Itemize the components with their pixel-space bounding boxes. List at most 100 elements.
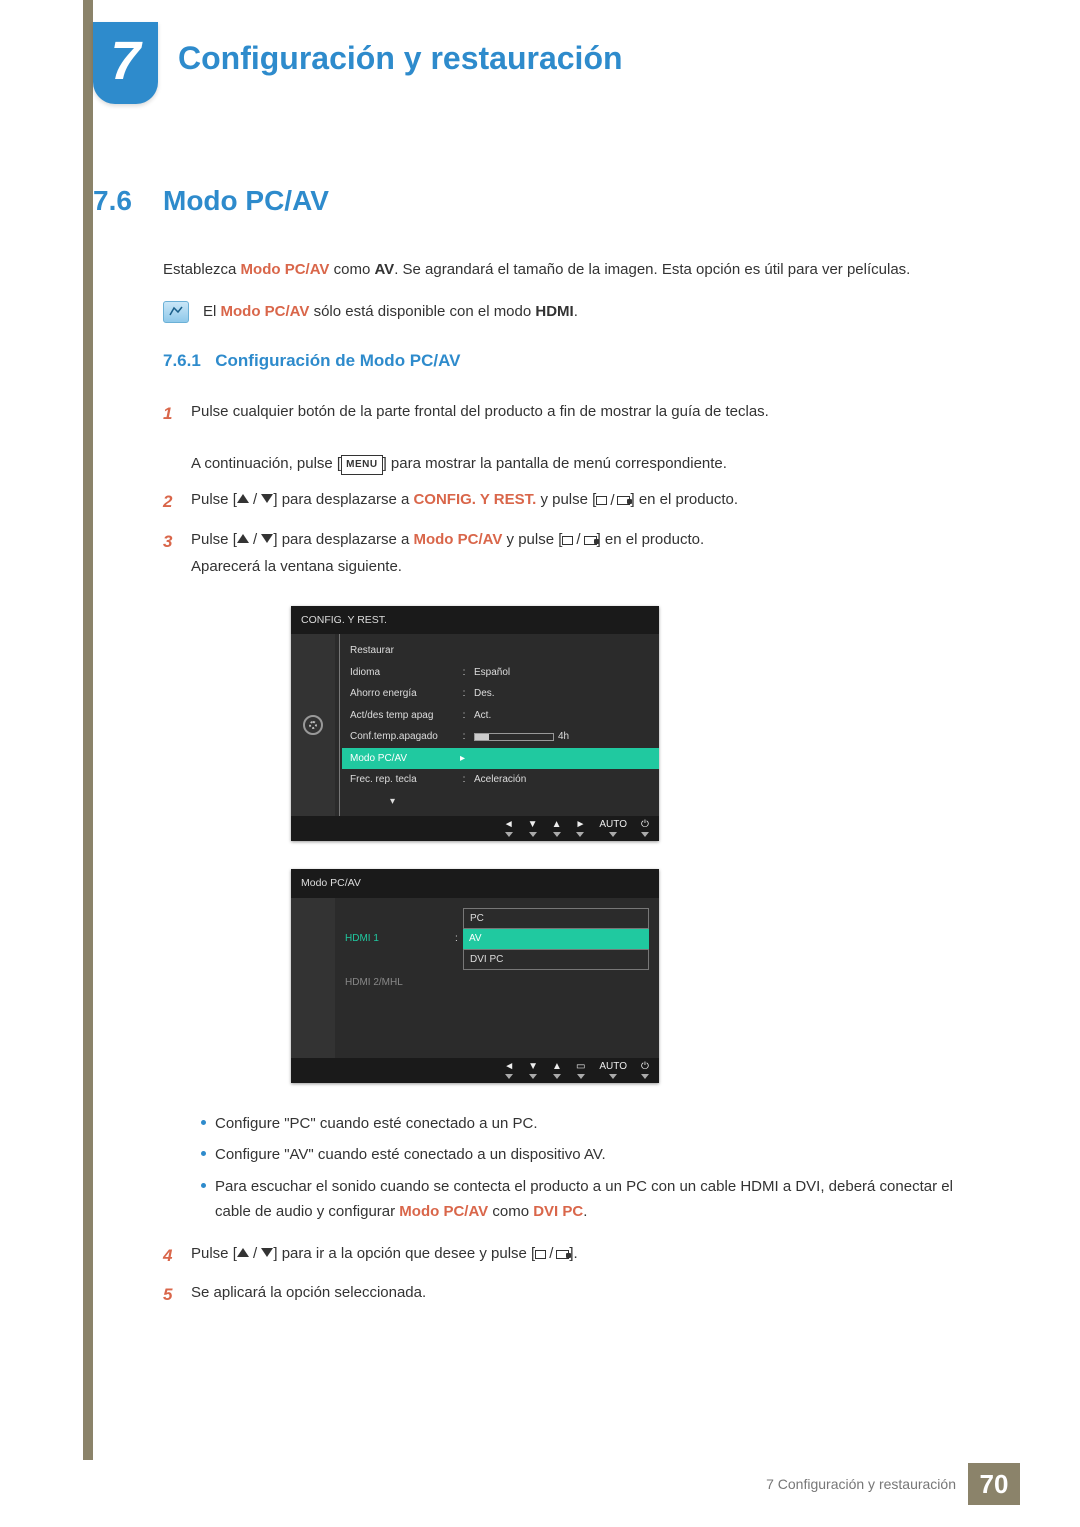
osd-source-list: HDMI 1: PC AV DVI PC HDMI 2/MHL: [335, 898, 659, 1058]
page-content: 7.6 Modo PC/AV Establezca Modo PC/AV com…: [93, 185, 963, 1320]
label: Frec. rep. tecla: [350, 771, 460, 789]
nav-down-icon: ▼: [528, 1062, 538, 1079]
osd-item-conftemp: Conf.temp.apagado:4h: [350, 726, 649, 748]
nav-auto: AUTO: [599, 820, 627, 837]
bullet-item: Configure "PC" cuando esté conectado a u…: [191, 1111, 963, 1137]
text: El: [203, 303, 221, 320]
text: Aparecerá la ventana siguiente.: [191, 558, 402, 575]
menu-key-icon: MENU: [341, 455, 382, 475]
step-number: 5: [163, 1280, 191, 1310]
osd-modo-pcav: Modo PC/AV HDMI 1: PC AV DVI PC: [291, 869, 659, 1082]
text: Establezca: [163, 261, 241, 278]
osd-title: CONFIG. Y REST.: [291, 606, 659, 634]
text: ] para desplazarse a: [273, 531, 413, 548]
slider-value: 4h: [558, 731, 569, 742]
value: Des.: [468, 685, 649, 703]
text: ] para mostrar la pantalla de menú corre…: [383, 455, 727, 472]
text-emphasis: DVI PC: [533, 1203, 583, 1220]
text: .: [583, 1203, 587, 1220]
up-triangle-icon: [237, 1248, 249, 1257]
step-2: 2 Pulse [ / ] para desplazarse a CONFIG.…: [163, 487, 963, 517]
osd-title: Modo PC/AV: [291, 869, 659, 897]
right-arrow-icon: ▸: [460, 750, 465, 768]
step-4: 4 Pulse [ / ] para ir a la opción que de…: [163, 1241, 963, 1271]
text: Pulse cualquier botón de la parte fronta…: [191, 403, 769, 420]
nav-auto: AUTO: [599, 1062, 627, 1079]
enter-icon: /: [596, 488, 630, 514]
nav-right-icon: ►: [575, 820, 585, 837]
text: y pulse [: [502, 531, 562, 548]
slider-bar: [474, 733, 554, 741]
enter-icon: /: [562, 527, 596, 553]
nav-up-icon: ▲: [552, 820, 562, 837]
text: .: [574, 303, 578, 320]
label: Idioma: [350, 664, 460, 682]
step-body: Pulse cualquier botón de la parte fronta…: [191, 399, 963, 478]
text-emphasis: Modo PC/AV: [221, 303, 310, 320]
page-number: 70: [968, 1463, 1020, 1505]
note-row: El Modo PC/AV sólo está disponible con e…: [163, 301, 963, 323]
nav-left-icon: ◄: [504, 1062, 514, 1079]
option-av: AV: [463, 929, 649, 949]
option-dvi-pc: DVI PC: [463, 949, 649, 971]
label: Modo PC/AV: [350, 750, 460, 768]
osd-category-icon-col: [291, 634, 335, 816]
text: como: [488, 1203, 533, 1220]
subsection-number: 7.6.1: [163, 351, 201, 370]
text-emphasis: Modo PC/AV: [399, 1203, 488, 1220]
nav-down-icon: ▼: [528, 820, 538, 837]
step-body: Se aplicará la opción seleccionada.: [191, 1280, 963, 1310]
label: HDMI 1: [345, 930, 455, 948]
note-icon: [163, 301, 189, 323]
osd-item-idioma: Idioma:Español: [350, 662, 649, 684]
section-title: Modo PC/AV: [163, 185, 329, 217]
text: ] en el producto.: [597, 531, 705, 548]
step-number: 2: [163, 487, 191, 517]
down-triangle-icon: [261, 494, 273, 503]
label: Act/des temp apag: [350, 707, 460, 725]
text-emphasis: Modo PC/AV: [413, 531, 502, 548]
text: Pulse [: [191, 1245, 237, 1262]
nav-power-icon: ⏻: [641, 820, 649, 837]
text: ] para ir a la opción que desee y pulse …: [273, 1245, 535, 1262]
value: Aceleración: [468, 771, 649, 789]
text: Configure "AV" cuando esté conectado a u…: [215, 1142, 606, 1168]
nav-left-icon: ◄: [504, 820, 514, 837]
text: ] para desplazarse a: [273, 491, 413, 508]
down-triangle-icon: [261, 1248, 273, 1257]
text: como: [329, 261, 374, 278]
value: Act.: [468, 707, 649, 725]
section-number: 7.6: [93, 185, 163, 217]
note-text: El Modo PC/AV sólo está disponible con e…: [203, 303, 578, 320]
label: HDMI 2/MHL: [345, 974, 455, 992]
value: Español: [468, 664, 649, 682]
text: Pulse [: [191, 531, 237, 548]
osd-scroll-down: ▾: [350, 791, 649, 813]
text-bold: HDMI: [535, 303, 573, 320]
osd-screenshots: CONFIG. Y REST. Restaurar Idioma:Español…: [291, 606, 963, 1083]
text: y pulse [: [536, 491, 596, 508]
value: 4h: [468, 728, 649, 746]
nav-up-icon: ▲: [552, 1062, 562, 1079]
step-body: Pulse [ / ] para desplazarse a CONFIG. Y…: [191, 487, 963, 517]
enter-icon: /: [535, 1241, 569, 1267]
gear-icon: [303, 715, 323, 735]
osd-item-modo-pcav: Modo PC/AV▸: [342, 748, 659, 770]
step-body: Pulse [ / ] para desplazarse a Modo PC/A…: [191, 527, 963, 1231]
footer-chapter-ref: 7 Configuración y restauración: [766, 1476, 956, 1492]
subsection-heading: 7.6.1 Configuración de Modo PC/AV: [163, 351, 963, 371]
intro-paragraph: Establezca Modo PC/AV como AV. Se agrand…: [163, 257, 963, 283]
chapter-number-tab: 7: [93, 22, 158, 104]
text: . Se agrandará el tamaño de la imagen. E…: [394, 261, 910, 278]
osd-source-hdmi2: HDMI 2/MHL: [345, 972, 649, 994]
osd-item-ahorro: Ahorro energía:Des.: [350, 683, 649, 705]
text-emphasis: CONFIG. Y REST.: [413, 491, 536, 508]
page-footer: 7 Configuración y restauración 70: [766, 1463, 1020, 1505]
text-bold: AV: [374, 261, 394, 278]
subsection-title: Configuración de Modo PC/AV: [215, 351, 460, 370]
osd-item-frec: Frec. rep. tecla:Aceleración: [350, 769, 649, 791]
step-number: 1: [163, 399, 191, 478]
text: Para escuchar el sonido cuando se contec…: [215, 1174, 963, 1225]
text: Pulse [: [191, 491, 237, 508]
text: sólo está disponible con el modo: [309, 303, 535, 320]
